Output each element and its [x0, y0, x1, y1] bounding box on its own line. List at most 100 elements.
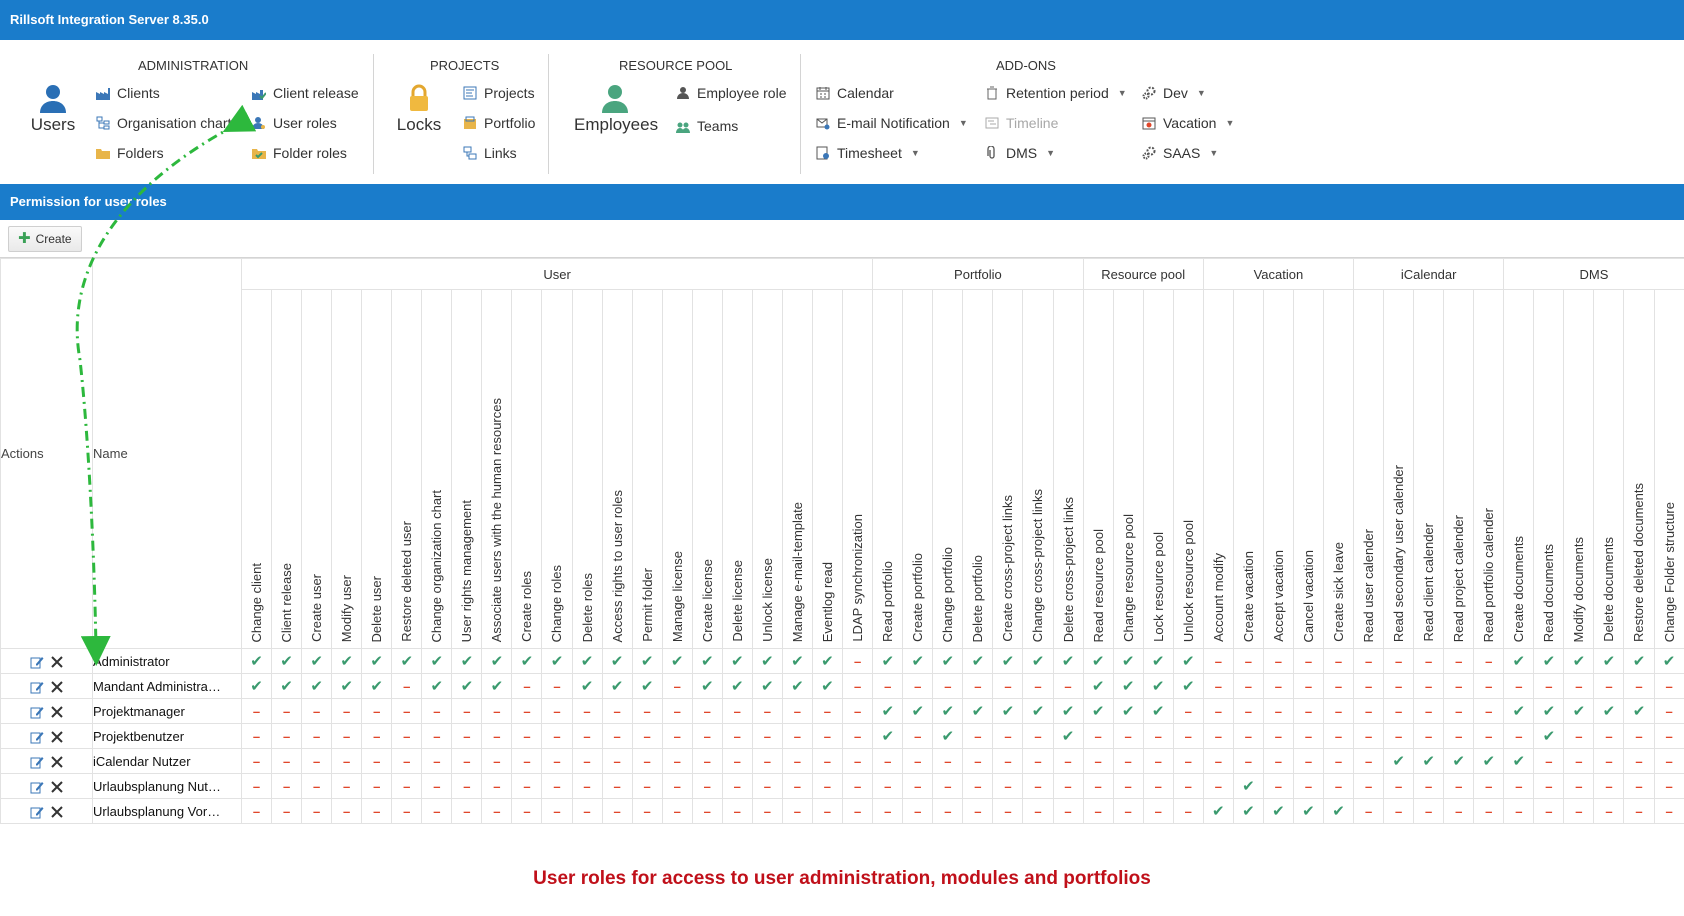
- clients-button[interactable]: Clients: [96, 85, 160, 101]
- permission-granted-icon: ✔: [1263, 799, 1293, 824]
- permission-denied-icon: –: [993, 799, 1023, 824]
- permission-denied-icon: –: [1414, 649, 1444, 674]
- email-notification-dropdown[interactable]: E-mail Notification ▼: [816, 115, 968, 131]
- permission-denied-icon: –: [662, 774, 692, 799]
- title-bar: Rillsoft Integration Server 8.35.0: [0, 0, 1684, 40]
- edit-icon[interactable]: [30, 780, 44, 794]
- client-release-button[interactable]: Client release: [252, 85, 359, 101]
- permission-denied-icon: –: [602, 799, 632, 824]
- permission-denied-icon: –: [1444, 724, 1474, 749]
- table-row[interactable]: Administrator✔✔✔✔✔✔✔✔✔✔✔✔✔✔✔✔✔✔✔✔–✔✔✔✔✔✔…: [1, 649, 1684, 674]
- edit-icon[interactable]: [30, 805, 44, 819]
- permission-granted-icon: ✔: [752, 649, 782, 674]
- folders-button[interactable]: Folders: [96, 145, 164, 161]
- permission-denied-icon: –: [1203, 649, 1233, 674]
- delete-icon[interactable]: [50, 780, 64, 794]
- column-header-label: Read secondary user calender: [1384, 465, 1414, 642]
- delete-icon[interactable]: [50, 655, 64, 669]
- permission-denied-icon: –: [512, 699, 542, 724]
- column-header: Delete license: [722, 290, 752, 649]
- permission-granted-icon: ✔: [782, 674, 812, 699]
- employees-button[interactable]: Employees: [574, 83, 656, 135]
- timesheet-dropdown[interactable]: Timesheet ▼: [816, 145, 920, 161]
- table-row[interactable]: Urlaubsplanung Vor…–––––––––––––––––––––…: [1, 799, 1684, 824]
- column-header-label: Accept vacation: [1264, 550, 1294, 642]
- projects-button[interactable]: Projects: [463, 85, 535, 101]
- edit-icon[interactable]: [30, 705, 44, 719]
- permission-denied-icon: –: [1293, 649, 1323, 674]
- permission-granted-icon: ✔: [572, 649, 602, 674]
- table-row[interactable]: Urlaubsplanung Nut…–––––––––––––––––––––…: [1, 774, 1684, 799]
- permission-granted-icon: ✔: [1624, 699, 1654, 724]
- client-release-icon: [252, 86, 266, 100]
- edit-icon[interactable]: [30, 655, 44, 669]
- dev-dropdown[interactable]: Dev ▼: [1142, 85, 1206, 101]
- employee-role-button[interactable]: Employee role: [676, 85, 787, 101]
- edit-icon[interactable]: [30, 680, 44, 694]
- edit-icon[interactable]: [30, 755, 44, 769]
- retention-period-dropdown[interactable]: Retention period ▼: [985, 85, 1127, 101]
- org-chart-button[interactable]: Organisation chart: [96, 115, 231, 131]
- permission-granted-icon: ✔: [242, 674, 272, 699]
- permission-denied-icon: –: [1564, 724, 1594, 749]
- permission-denied-icon: –: [812, 749, 842, 774]
- delete-icon[interactable]: [50, 680, 64, 694]
- permission-denied-icon: –: [1083, 724, 1113, 749]
- permission-denied-icon: –: [1594, 674, 1624, 699]
- chevron-down-icon: ▼: [911, 148, 920, 158]
- table-row[interactable]: Projektbenutzer–––––––––––––––––––––✔–✔–…: [1, 724, 1684, 749]
- permission-denied-icon: –: [422, 724, 452, 749]
- portfolio-button[interactable]: Portfolio: [463, 115, 535, 131]
- folder-roles-button[interactable]: Folder roles: [252, 145, 347, 161]
- permission-denied-icon: –: [1384, 799, 1414, 824]
- permission-denied-icon: –: [362, 699, 392, 724]
- edit-icon[interactable]: [30, 730, 44, 744]
- factory-icon: [96, 86, 110, 100]
- permission-denied-icon: –: [1654, 749, 1684, 774]
- permission-denied-icon: –: [1474, 699, 1504, 724]
- permission-denied-icon: –: [1444, 674, 1474, 699]
- resource-pool-group-title: RESOURCE POOL: [619, 58, 732, 73]
- vacation-dropdown[interactable]: Vacation ▼: [1142, 115, 1234, 131]
- timeline-button[interactable]: Timeline: [985, 115, 1058, 131]
- column-header-label: Restore deleted user: [392, 521, 422, 642]
- delete-icon[interactable]: [50, 730, 64, 744]
- permission-denied-icon: –: [812, 774, 842, 799]
- permission-granted-icon: ✔: [1023, 649, 1053, 674]
- employees-label: Employees: [574, 115, 658, 134]
- column-header: Modify documents: [1564, 290, 1594, 649]
- permission-denied-icon: –: [903, 724, 933, 749]
- create-button[interactable]: ✚ Create: [8, 226, 82, 252]
- row-actions: [1, 649, 93, 674]
- permission-granted-icon: ✔: [1323, 799, 1353, 824]
- permission-denied-icon: –: [782, 774, 812, 799]
- permission-denied-icon: –: [602, 774, 632, 799]
- folder-roles-label: Folder roles: [273, 145, 347, 161]
- table-row[interactable]: iCalendar Nutzer––––––––––––––––––––––––…: [1, 749, 1684, 774]
- clients-label: Clients: [117, 85, 160, 101]
- links-button[interactable]: Links: [463, 145, 517, 161]
- timesheet-icon: [816, 146, 830, 160]
- locks-button[interactable]: Locks: [396, 83, 442, 135]
- permission-denied-icon: –: [452, 774, 482, 799]
- saas-dropdown[interactable]: SAAS ▼: [1142, 145, 1218, 161]
- dms-dropdown[interactable]: DMS ▼: [985, 145, 1055, 161]
- calendar-button[interactable]: Calendar: [816, 85, 894, 101]
- delete-icon[interactable]: [50, 755, 64, 769]
- permission-denied-icon: –: [512, 724, 542, 749]
- calendar-label: Calendar: [837, 85, 894, 101]
- users-label: Users: [31, 115, 75, 134]
- column-header-label: Delete license: [723, 560, 753, 642]
- table-row[interactable]: Projektmanager–––––––––––––––––––––✔✔✔✔✔…: [1, 699, 1684, 724]
- section-header: Permission for user roles: [0, 184, 1684, 220]
- delete-icon[interactable]: [50, 705, 64, 719]
- permission-denied-icon: –: [1504, 724, 1534, 749]
- column-header-label: Create roles: [512, 571, 542, 642]
- teams-button[interactable]: Teams: [676, 118, 738, 134]
- users-button[interactable]: Users: [30, 83, 76, 135]
- table-row[interactable]: Mandant Administra…✔✔✔✔✔–✔✔✔––✔✔✔–✔✔✔✔✔–…: [1, 674, 1684, 699]
- user-roles-button[interactable]: User roles: [252, 115, 337, 131]
- permission-granted-icon: ✔: [362, 649, 392, 674]
- delete-icon[interactable]: [50, 805, 64, 819]
- column-header-label: Associate users with the human resources: [482, 398, 512, 642]
